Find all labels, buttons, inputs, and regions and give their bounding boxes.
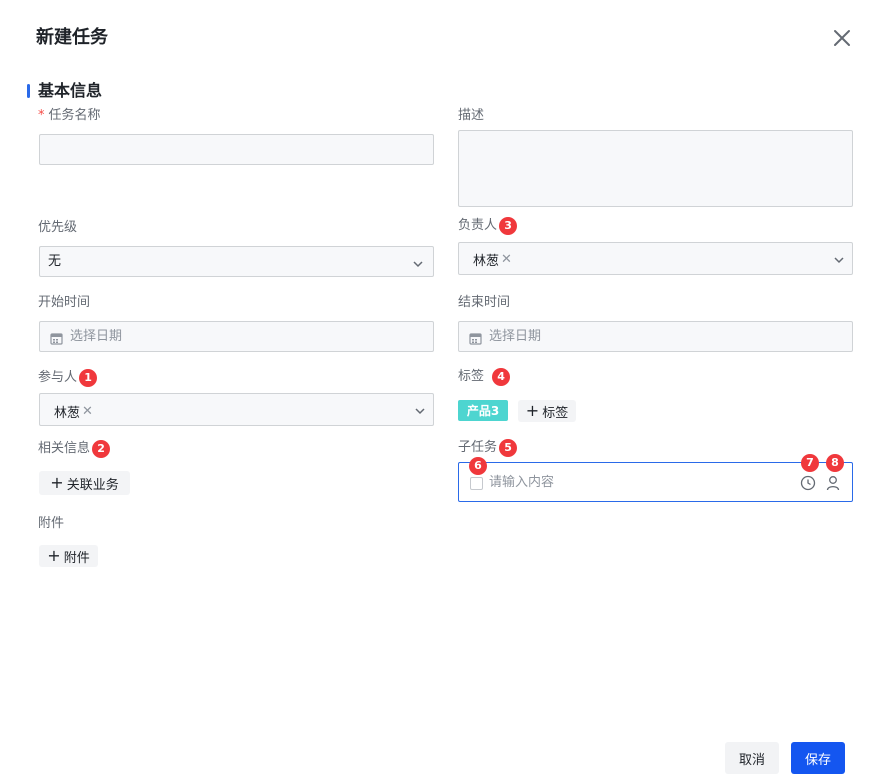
tags-label: 标签 xyxy=(458,369,485,384)
end-date-picker[interactable]: 选择日期 xyxy=(458,321,853,352)
assignee-chip-label: 林葱 xyxy=(473,254,500,269)
plus-icon: + xyxy=(47,546,61,565)
cancel-button[interactable]: 取消 xyxy=(725,742,779,774)
start-date-placeholder: 选择日期 xyxy=(70,329,123,344)
section-accent-bar xyxy=(27,84,30,98)
description-label: 描述 xyxy=(458,108,485,123)
subtask-user-badge: 8 xyxy=(826,454,844,472)
end-time-label: 结束时间 xyxy=(458,295,511,310)
section-title: 基本信息 xyxy=(38,81,103,100)
save-button[interactable]: 保存 xyxy=(791,742,845,774)
close-icon[interactable] xyxy=(832,28,852,48)
link-business-button[interactable]: + 关联业务 xyxy=(39,471,130,495)
add-attachment-label: 附件 xyxy=(63,550,90,566)
task-name-input[interactable] xyxy=(39,134,434,165)
related-label: 相关信息 xyxy=(38,441,91,456)
attachment-label: 附件 xyxy=(38,516,65,531)
start-date-picker[interactable]: 选择日期 xyxy=(39,321,434,352)
link-business-label: 关联业务 xyxy=(66,477,119,493)
task-name-label: * 任务名称 xyxy=(38,107,101,125)
start-time-label: 开始时间 xyxy=(38,295,91,310)
subtask-badge: 5 xyxy=(499,439,518,457)
tag-item[interactable]: 产品3 xyxy=(458,400,508,421)
participants-badge: 1 xyxy=(79,369,98,387)
subtask-label: 子任务 xyxy=(458,440,498,455)
remove-chip-icon[interactable]: ✕ xyxy=(82,404,93,419)
user-icon[interactable] xyxy=(826,475,840,495)
add-tag-label: 标签 xyxy=(542,405,569,421)
priority-select[interactable]: 无 xyxy=(39,246,434,277)
description-textarea[interactable] xyxy=(458,130,853,207)
add-attachment-button[interactable]: + 附件 xyxy=(39,545,98,567)
plus-icon: + xyxy=(525,401,540,420)
end-date-placeholder: 选择日期 xyxy=(489,329,542,344)
subtask-clock-badge: 7 xyxy=(801,454,819,472)
assignee-badge: 3 xyxy=(499,217,518,235)
participants-select[interactable]: 林葱 ✕ xyxy=(39,393,434,426)
participants-label: 参与人 xyxy=(38,370,78,385)
dialog-title: 新建任务 xyxy=(36,27,108,48)
assignee-label-row: 负责人 3 xyxy=(458,217,518,235)
participant-chip: 林葱 ✕ xyxy=(54,402,93,421)
subtask-input[interactable]: 请输入内容 xyxy=(458,462,853,502)
subtask-checkbox-badge: 6 xyxy=(469,457,487,475)
assignee-select[interactable]: 林葱 ✕ xyxy=(458,242,853,275)
participant-chip-label: 林葱 xyxy=(54,406,81,421)
clock-icon[interactable] xyxy=(800,475,816,495)
tags-badge: 4 xyxy=(492,368,511,386)
calendar-icon xyxy=(50,330,63,349)
chevron-down-icon xyxy=(832,252,846,266)
tags-label-row: 标签 4 xyxy=(458,368,511,386)
assignee-chip: 林葱 ✕ xyxy=(473,250,512,269)
chevron-down-icon xyxy=(411,256,425,270)
related-badge: 2 xyxy=(92,440,111,458)
remove-chip-icon[interactable]: ✕ xyxy=(501,252,512,267)
calendar-icon xyxy=(469,330,482,349)
related-label-row: 相关信息 2 xyxy=(38,440,111,458)
chevron-down-icon xyxy=(413,403,427,417)
required-mark: * xyxy=(38,108,45,123)
plus-icon: + xyxy=(50,473,64,492)
add-tag-button[interactable]: + 标签 xyxy=(518,400,576,422)
subtask-placeholder: 请输入内容 xyxy=(489,475,555,490)
task-name-label-text: 任务名称 xyxy=(48,108,101,123)
assignee-label: 负责人 xyxy=(458,218,498,233)
priority-label: 优先级 xyxy=(38,220,78,235)
subtask-checkbox[interactable] xyxy=(470,477,483,490)
subtask-label-row: 子任务 5 xyxy=(458,439,518,457)
priority-value: 无 xyxy=(48,254,62,269)
participants-label-row: 参与人 1 xyxy=(38,369,98,387)
